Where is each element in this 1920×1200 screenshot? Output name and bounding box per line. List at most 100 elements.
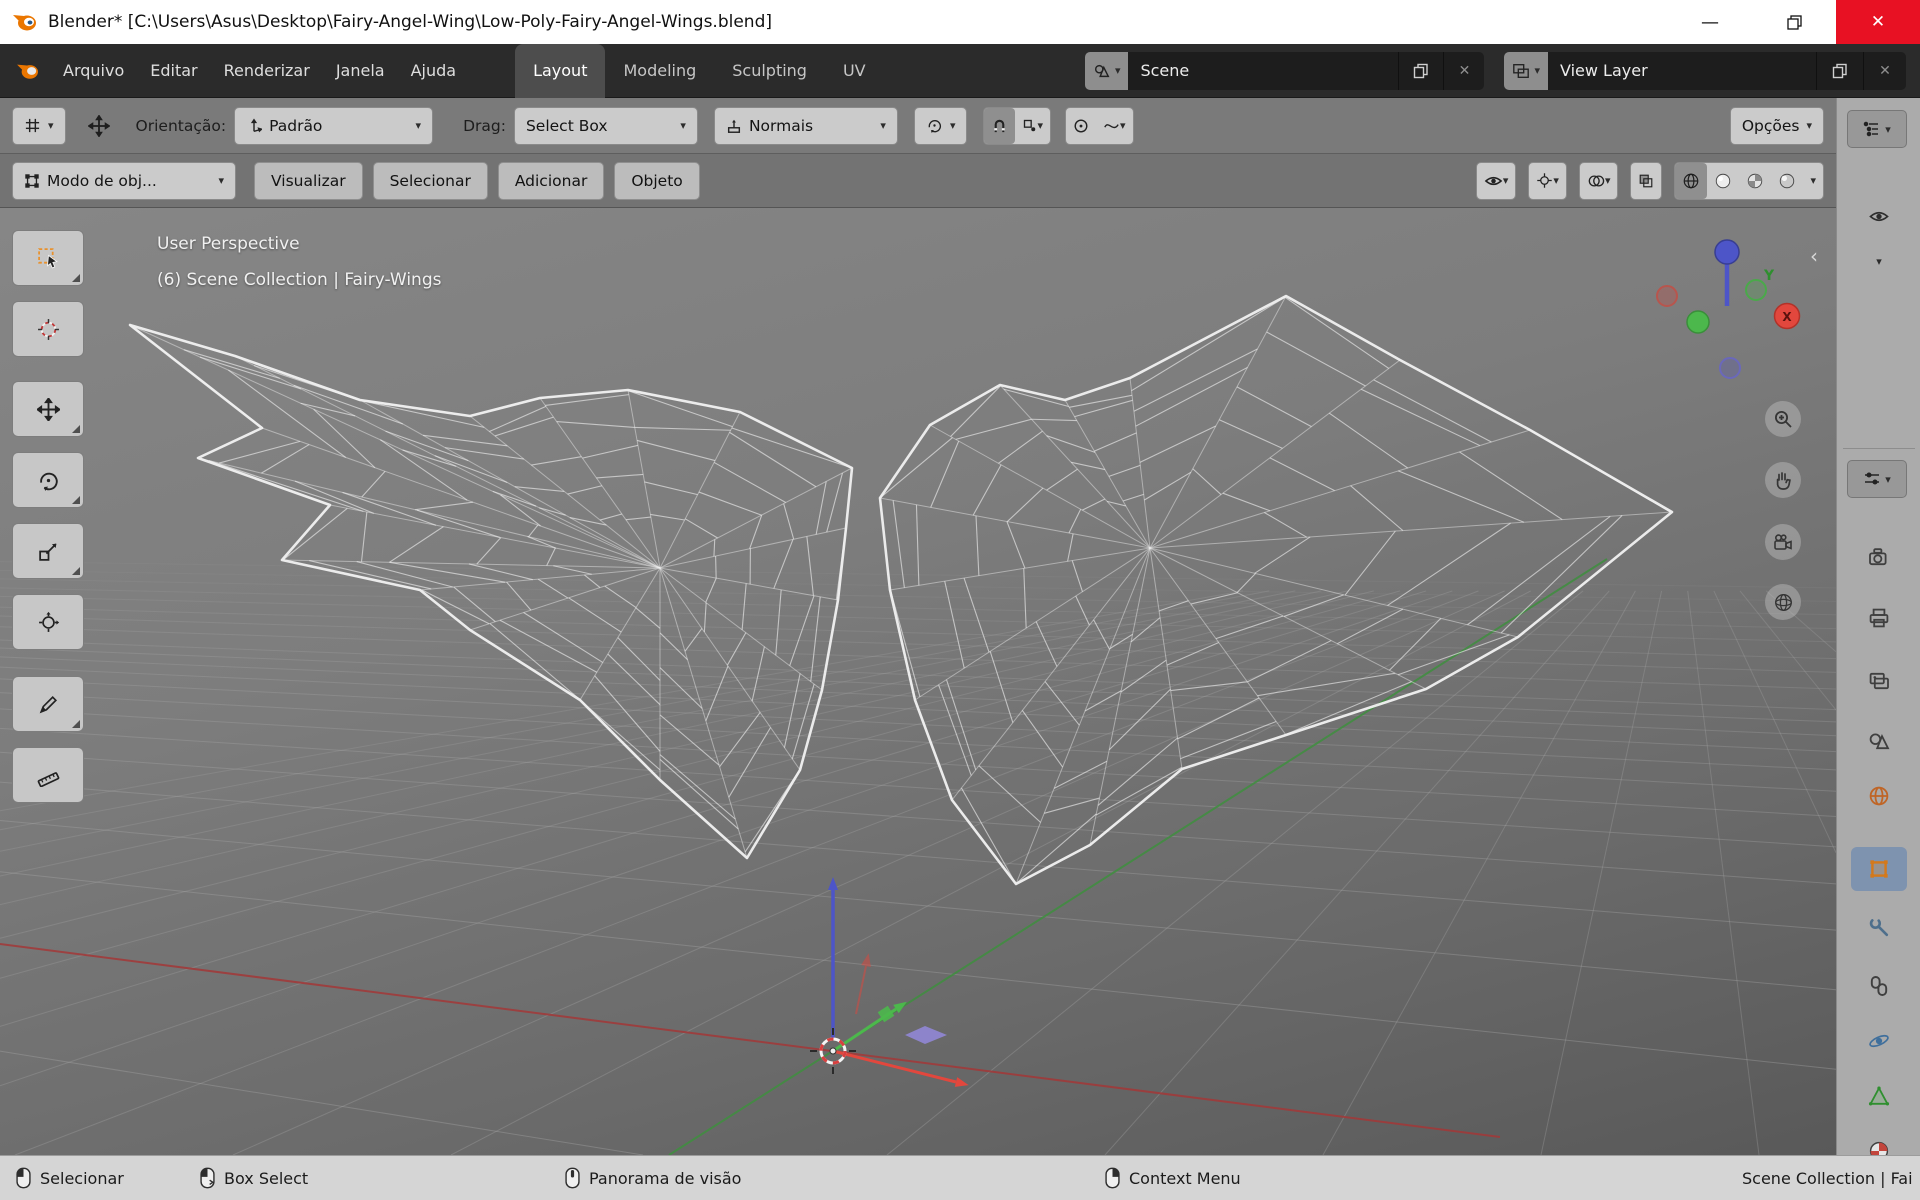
gizmo-x-minus-ball[interactable]	[1656, 285, 1678, 307]
gizmo-y-minus-ball[interactable]	[1686, 310, 1710, 334]
maximize-button[interactable]	[1752, 0, 1836, 44]
mode-dropdown[interactable]: Modo de obj... ▾	[12, 161, 236, 200]
tab-modeling[interactable]: Modeling	[605, 44, 714, 98]
tool-rotate[interactable]	[12, 452, 84, 508]
options-dropdown[interactable]: Opções ▾	[1729, 106, 1824, 145]
tab-scene-properties[interactable]	[1864, 726, 1894, 756]
close-button[interactable]: ✕	[1836, 0, 1920, 44]
menu-arquivo[interactable]: Arquivo	[50, 55, 137, 86]
orientation-icon	[250, 117, 263, 132]
scene-name-field[interactable]: Scene	[1128, 51, 1399, 90]
shading-rendered-button[interactable]	[1771, 163, 1803, 199]
outliner-editor-button[interactable]: ▾	[1847, 110, 1907, 148]
orientation-dropdown[interactable]: Padrão ▾	[234, 106, 434, 145]
menu-editar[interactable]: Editar	[137, 55, 210, 86]
snap-toggle[interactable]	[984, 107, 1016, 144]
view-layer-new-button[interactable]	[1816, 51, 1863, 90]
tab-layout[interactable]: Layout	[515, 43, 606, 98]
tab-physics-properties[interactable]	[1864, 1026, 1894, 1056]
drag-dropdown[interactable]: Select Box ▾	[513, 106, 698, 145]
view-layer-remove-button[interactable]: ✕	[1863, 51, 1906, 90]
menu-janela[interactable]: Janela	[323, 55, 398, 86]
properties-sliders-icon	[1865, 472, 1880, 485]
scene-new-button[interactable]	[1398, 51, 1444, 90]
outliner-visibility-eye[interactable]	[1864, 201, 1894, 231]
tool-scale[interactable]	[12, 523, 84, 579]
status-label: Context Menu	[1129, 1168, 1241, 1188]
scene-browse-button[interactable]: ▾	[1084, 51, 1129, 90]
snap-settings-dropdown[interactable]: ▾	[1015, 108, 1050, 144]
tool-select-box[interactable]	[12, 230, 84, 286]
navigation-gizmo[interactable]: Y X	[1652, 236, 1802, 386]
view-layer-browse-button[interactable]: ▾	[1504, 51, 1548, 90]
chevron-down-icon: ▾	[1885, 122, 1891, 136]
tab-view-layer-properties[interactable]	[1864, 666, 1894, 696]
blender-menu-logo-icon[interactable]	[14, 61, 42, 81]
wrench-icon	[1869, 917, 1889, 937]
visibility-dropdown[interactable]: ▾	[1475, 161, 1517, 200]
shading-wireframe-button[interactable]	[1675, 162, 1708, 199]
properties-editor-button[interactable]: ▾	[1847, 460, 1907, 498]
chevron-down-icon: ▾	[680, 119, 686, 132]
menu-adicionar[interactable]: Adicionar	[497, 161, 605, 200]
measure-ruler-icon	[37, 771, 59, 787]
move-gizmo-icon[interactable]	[87, 114, 110, 137]
tab-world-properties[interactable]	[1864, 781, 1894, 811]
snap-to-dropdown[interactable]: Normais ▾	[713, 106, 898, 145]
chevron-down-icon: ▾	[1037, 119, 1044, 132]
tab-render-properties[interactable]	[1864, 542, 1894, 572]
outliner-filter-dropdown[interactable]: ▾	[1864, 246, 1894, 276]
tool-move[interactable]	[12, 381, 84, 437]
shading-options-dropdown[interactable]: ▾	[1803, 163, 1823, 199]
gizmo-y-plus-ball[interactable]	[1745, 279, 1767, 301]
view-perspective-label: User Perspective	[157, 234, 300, 254]
tool-transform[interactable]	[12, 594, 84, 650]
restore-icon	[1786, 14, 1802, 30]
proportional-falloff-dropdown[interactable]: ▾	[1096, 108, 1133, 144]
gizmo-z-plus-ball[interactable]	[1714, 239, 1740, 265]
xray-toggle[interactable]	[1630, 161, 1663, 200]
wing-left-wireframe	[128, 323, 854, 860]
scene-unlink-button[interactable]: ✕	[1443, 51, 1485, 90]
overlays-dropdown[interactable]: ▾	[1578, 161, 1619, 200]
scale-icon	[38, 543, 56, 561]
viewport-canvas[interactable]	[0, 208, 1836, 1155]
transform-pivot-dropdown[interactable]: ▾	[913, 106, 968, 145]
view-layer-name-field[interactable]: View Layer	[1548, 51, 1816, 90]
tab-uv[interactable]: UV	[825, 44, 884, 98]
tab-constraint-properties[interactable]	[1864, 971, 1894, 1001]
viewport-3d[interactable]: User Perspective (6) Scene Collection | …	[0, 208, 1836, 1155]
pan-button[interactable]	[1765, 462, 1801, 498]
menu-selecionar[interactable]: Selecionar	[372, 161, 488, 200]
shading-solid-button[interactable]	[1707, 163, 1739, 199]
proportional-edit-toggle[interactable]	[1066, 108, 1096, 144]
minimize-button[interactable]: —	[1668, 0, 1752, 44]
annotate-pencil-icon	[39, 695, 57, 713]
tab-modifier-properties[interactable]	[1864, 912, 1894, 942]
tab-object-properties[interactable]	[1851, 847, 1907, 891]
menu-visualizar[interactable]: Visualizar	[254, 161, 363, 200]
tool-measure[interactable]	[12, 747, 84, 803]
tool-cursor[interactable]	[12, 301, 84, 357]
camera-view-button[interactable]	[1765, 524, 1801, 560]
menu-objeto[interactable]: Objeto	[614, 161, 700, 200]
region-collapse-arrow[interactable]: ‹	[1810, 244, 1818, 268]
tab-output-properties[interactable]	[1864, 603, 1894, 633]
tool-annotate[interactable]	[12, 676, 84, 732]
snap-with-icon	[1024, 119, 1036, 132]
tab-sculpting[interactable]: Sculpting	[714, 44, 825, 98]
chevron-down-icon: ▾	[1810, 174, 1816, 187]
gizmos-dropdown[interactable]: ▾	[1528, 161, 1567, 200]
gizmo-z-minus-ball[interactable]	[1719, 357, 1741, 379]
menu-renderizar[interactable]: Renderizar	[211, 55, 323, 86]
shading-material-button[interactable]	[1739, 163, 1771, 199]
status-select-hint: Selecionar	[16, 1156, 124, 1200]
gizmo-y-label: Y	[1763, 268, 1775, 284]
editor-type-button[interactable]: ▾	[12, 106, 66, 145]
transform-icon	[38, 611, 59, 632]
zoom-button[interactable]	[1765, 401, 1801, 437]
toggle-perspective-button[interactable]	[1765, 584, 1801, 620]
subtool-indicator	[72, 425, 80, 433]
tab-object-data-properties[interactable]	[1864, 1081, 1894, 1111]
menu-ajuda[interactable]: Ajuda	[398, 55, 470, 86]
